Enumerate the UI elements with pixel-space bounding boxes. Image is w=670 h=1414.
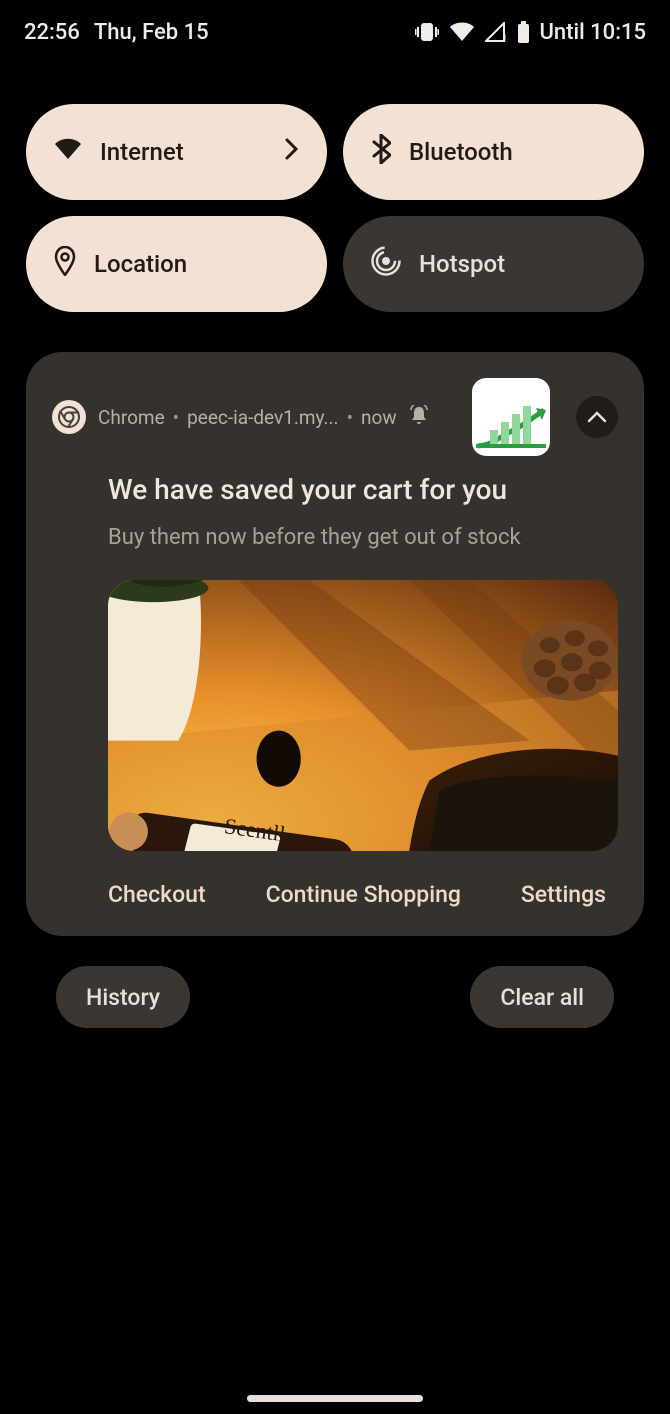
home-indicator[interactable] (247, 1395, 423, 1402)
notification-actions: Checkout Continue Shopping Settings (52, 851, 618, 914)
qs-label: Internet (100, 138, 184, 166)
wifi-icon (449, 22, 475, 42)
notification-app-name: Chrome (98, 406, 165, 429)
chrome-icon (52, 400, 86, 434)
notification-time: now (361, 406, 397, 429)
qs-tile-hotspot[interactable]: Hotspot (343, 216, 644, 312)
action-checkout[interactable]: Checkout (108, 881, 206, 908)
signal-icon: ! (485, 22, 507, 42)
hotspot-icon (371, 246, 401, 282)
qs-tile-location[interactable]: Location (26, 216, 327, 312)
bluetooth-icon (371, 134, 391, 170)
status-until: Until 10:15 (540, 20, 646, 45)
qs-label: Bluetooth (409, 138, 513, 166)
action-settings[interactable]: Settings (521, 881, 606, 908)
notification-body: Buy them now before they get out of stoc… (108, 525, 598, 550)
wifi-icon (54, 138, 82, 166)
chevron-right-icon (285, 138, 299, 166)
notification-header: Chrome • peec-ia-dev1.my... • now (52, 378, 618, 456)
notification-origin: peec-ia-dev1.my... (187, 406, 338, 429)
history-button[interactable]: History (56, 966, 190, 1028)
status-time: 22:56 (24, 20, 80, 45)
bell-ringing-icon (409, 405, 429, 429)
qs-label: Hotspot (419, 250, 505, 278)
status-date: Thu, Feb 15 (94, 20, 209, 45)
status-bar: 22:56 Thu, Feb 15 ! Until 10:15 (0, 0, 670, 64)
svg-text:!: ! (503, 32, 506, 42)
notification-footer: History Clear all (0, 936, 670, 1028)
quick-settings-grid: Internet Bluetooth Location Hotspot (0, 64, 670, 312)
action-continue-shopping[interactable]: Continue Shopping (266, 881, 461, 908)
collapse-button[interactable] (576, 396, 618, 438)
qs-tile-internet[interactable]: Internet (26, 104, 327, 200)
qs-label: Location (94, 250, 187, 278)
location-icon (54, 246, 76, 282)
notification-image: Scentll. (108, 580, 618, 851)
notification-app-thumbnail (472, 378, 550, 456)
notification-title: We have saved your cart for you (108, 472, 598, 507)
qs-tile-bluetooth[interactable]: Bluetooth (343, 104, 644, 200)
clear-all-button[interactable]: Clear all (470, 966, 614, 1028)
battery-icon (517, 21, 530, 43)
notification-card[interactable]: Chrome • peec-ia-dev1.my... • now (26, 352, 644, 936)
vibrate-icon (415, 22, 439, 42)
